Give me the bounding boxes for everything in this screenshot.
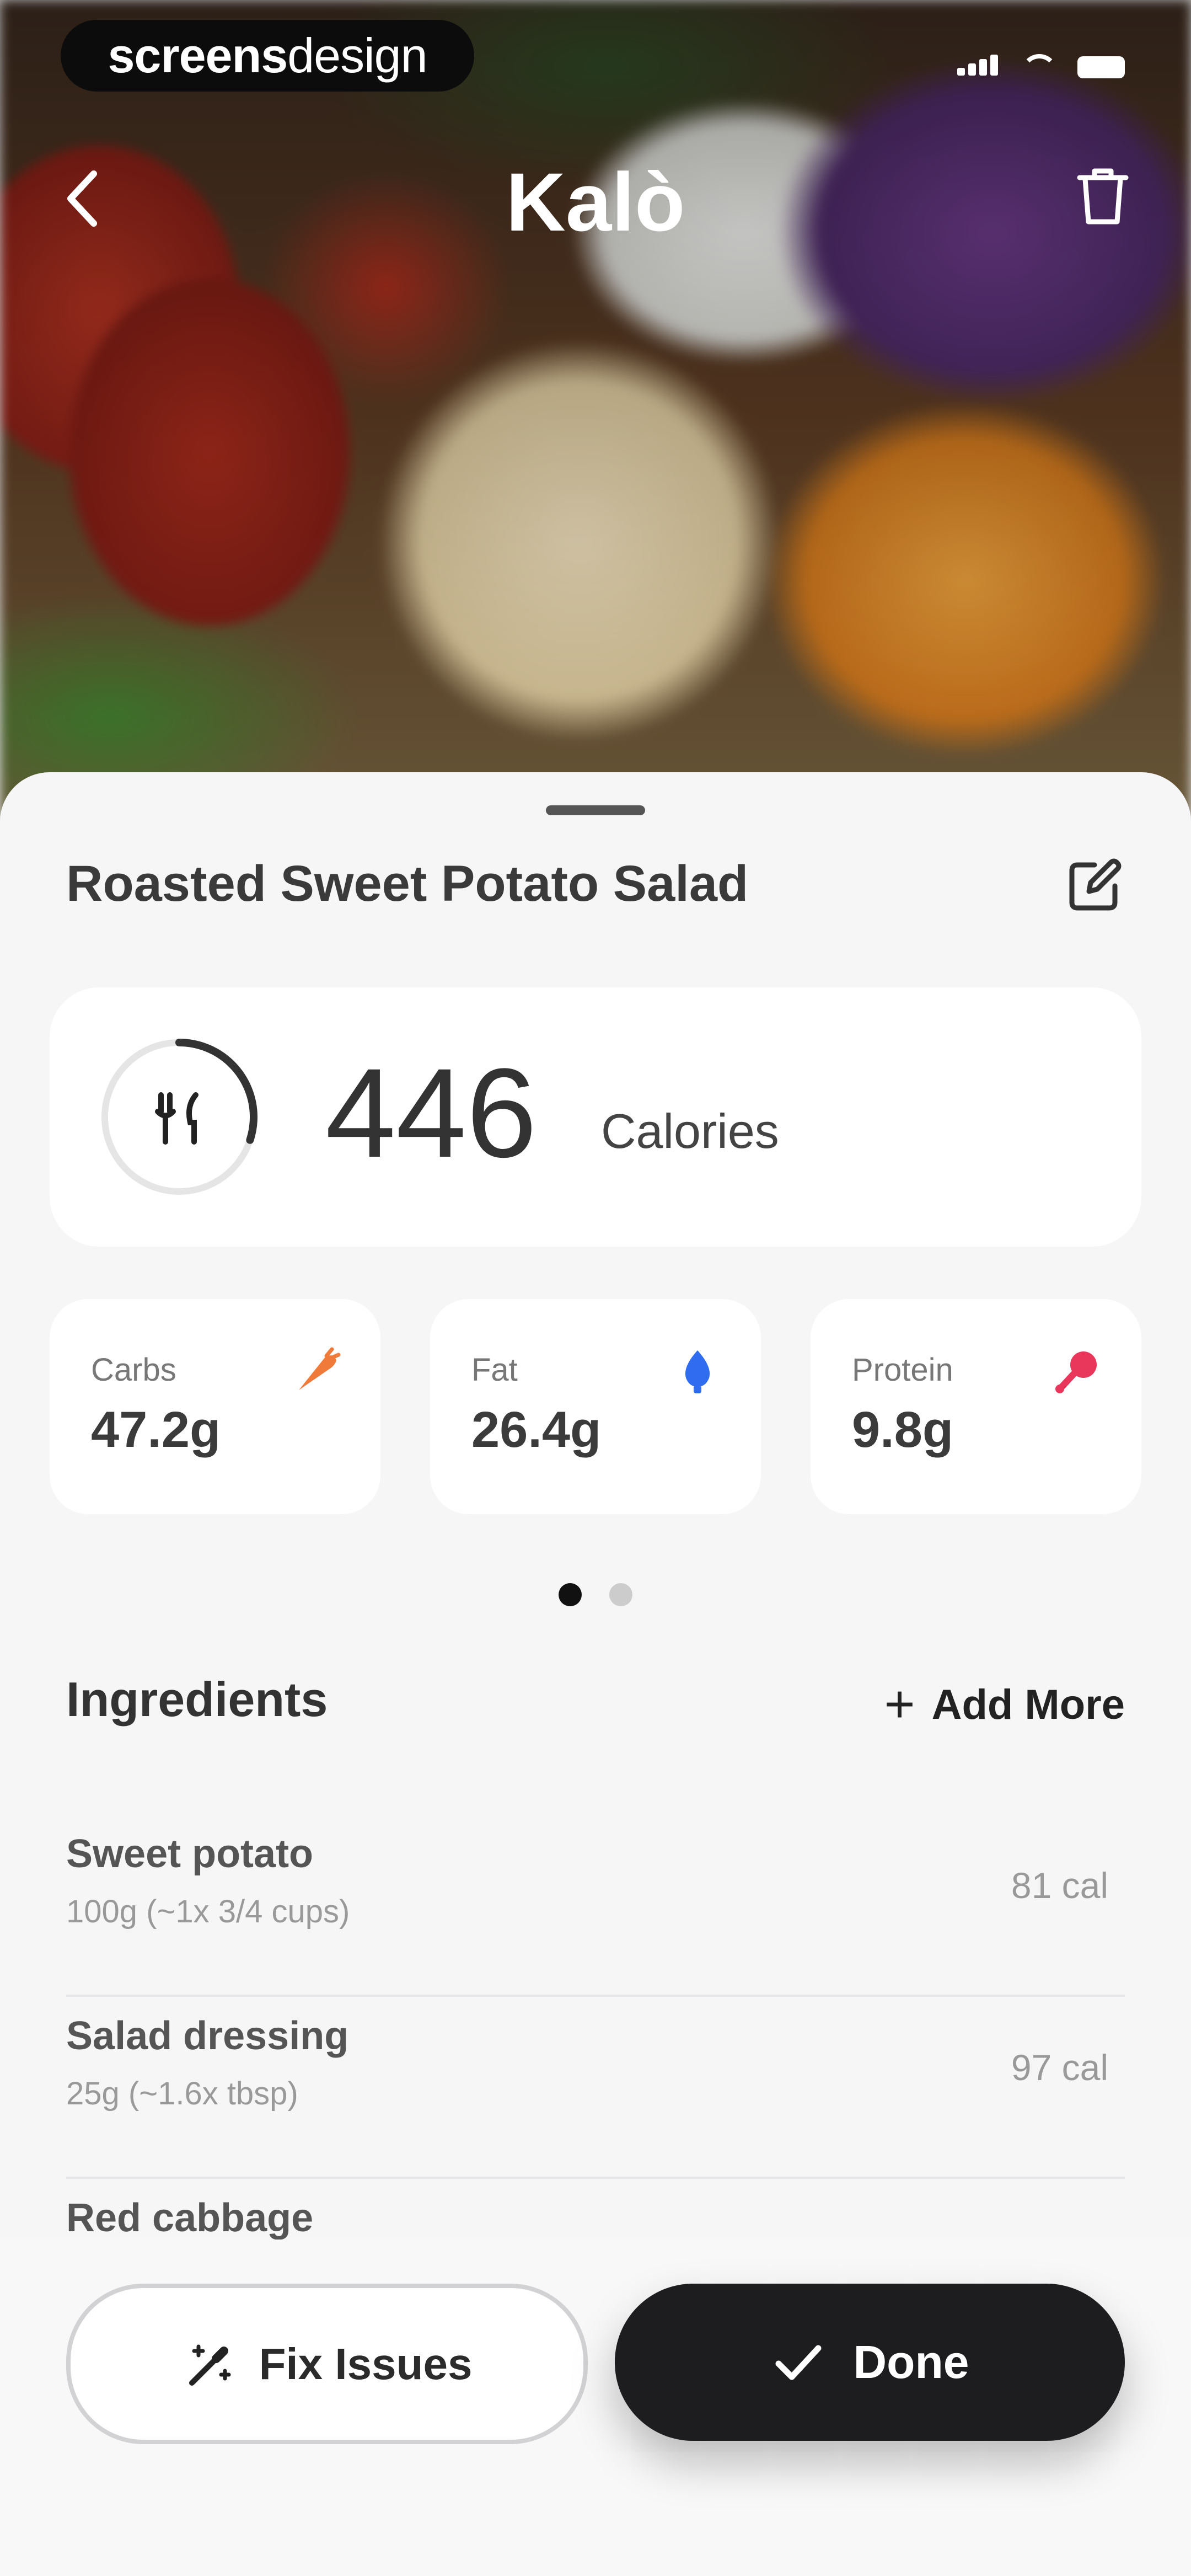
- magic-wand-icon: [189, 2344, 231, 2386]
- macro-label: Protein: [852, 1352, 953, 1388]
- bottom-action-bar: Fix Issues Done: [0, 2240, 1191, 2576]
- photo-overlay: [0, 0, 1191, 816]
- fix-issues-button[interactable]: Fix Issues: [66, 2284, 588, 2444]
- ingredient-name: Sweet potato: [66, 1832, 314, 1876]
- drop-icon: [673, 1346, 722, 1396]
- checkmark-icon: [775, 2345, 821, 2380]
- add-more-button[interactable]: + Add More: [884, 1674, 1125, 1735]
- badge-brand-light: design: [287, 28, 427, 83]
- screensdesign-badge: screens design: [61, 20, 474, 92]
- signal-icon: [957, 55, 1001, 78]
- add-more-label: Add More: [931, 1681, 1125, 1728]
- done-label: Done: [853, 2336, 969, 2388]
- ingredient-calories: 97 cal: [1011, 2047, 1108, 2088]
- ingredients-title: Ingredients: [66, 1672, 328, 1727]
- drumstick-icon: [1053, 1346, 1103, 1396]
- ingredient-name: Red cabbage: [66, 2196, 314, 2240]
- calorie-label: Calories: [601, 1104, 779, 1158]
- app-title: Kalò: [506, 156, 685, 248]
- macro-value: 26.4g: [471, 1402, 602, 1458]
- macro-value: 9.8g: [852, 1402, 954, 1458]
- ingredient-calories: 81 cal: [1011, 1865, 1108, 1906]
- page-dot[interactable]: [609, 1583, 632, 1606]
- done-button[interactable]: Done: [615, 2284, 1125, 2441]
- macro-label: Fat: [471, 1352, 518, 1388]
- ingredient-amount: 100g (~1x 3/4 cups): [66, 1894, 350, 1930]
- macro-card-fat[interactable]: Fat 26.4g: [430, 1299, 761, 1514]
- fork-knife-icon: [155, 1092, 198, 1145]
- macro-card-protein[interactable]: Protein 9.8g: [811, 1299, 1141, 1514]
- ingredient-row[interactable]: Sweet potato 100g (~1x 3/4 cups) 81 cal: [66, 1815, 1125, 1997]
- calorie-progress-ring: [94, 1032, 265, 1203]
- calories-card: 446 Calories: [50, 987, 1141, 1247]
- macro-label: Carbs: [91, 1352, 176, 1388]
- ingredient-row[interactable]: Salad dressing 25g (~1.6x tbsp) 97 cal: [66, 1997, 1125, 2179]
- calorie-value: 446: [325, 1042, 537, 1184]
- badge-brand-bold: screens: [108, 28, 288, 83]
- plus-icon: +: [884, 1675, 915, 1734]
- page-indicator: [0, 1583, 1191, 1606]
- page-dot-active[interactable]: [559, 1583, 582, 1606]
- macro-value: 47.2g: [91, 1402, 221, 1458]
- ingredient-amount: 25g (~1.6x tbsp): [66, 2076, 298, 2112]
- battery-icon: [1077, 56, 1125, 78]
- macro-card-carbs[interactable]: Carbs 47.2g: [50, 1299, 380, 1514]
- sheet-handle[interactable]: [546, 805, 645, 815]
- carrot-icon: [292, 1346, 342, 1396]
- meal-title: Roasted Sweet Potato Salad: [66, 856, 749, 912]
- fix-issues-label: Fix Issues: [259, 2339, 473, 2388]
- status-bar-icons: [957, 54, 1125, 78]
- top-nav: Kalò: [0, 154, 1191, 248]
- trash-icon[interactable]: [1075, 165, 1130, 226]
- ingredient-name: Salad dressing: [66, 2014, 349, 2058]
- edit-icon[interactable]: [1064, 855, 1125, 916]
- wifi-icon: [1021, 54, 1058, 78]
